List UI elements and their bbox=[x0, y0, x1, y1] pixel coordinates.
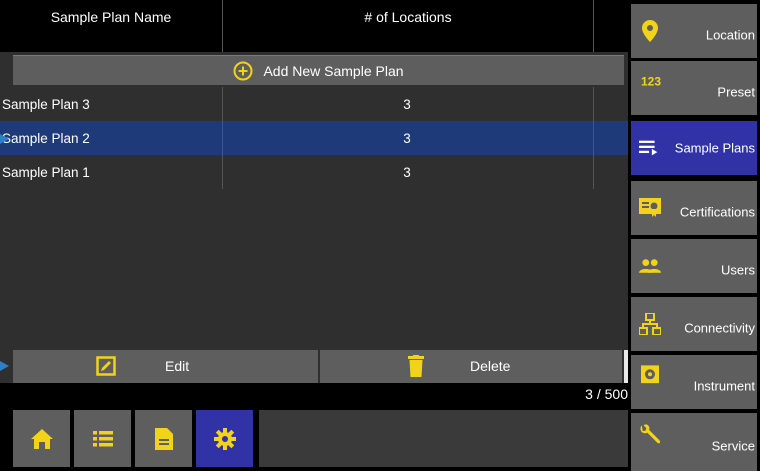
instrument-icon bbox=[639, 363, 661, 385]
menu-label: Preset bbox=[717, 84, 755, 100]
add-circle-icon bbox=[233, 61, 253, 80]
plan-name-cell: Sample Plan 2 bbox=[2, 130, 90, 146]
numbers-123-icon: 123 bbox=[640, 74, 662, 89]
edit-button[interactable]: Edit bbox=[13, 350, 318, 383]
certificate-icon bbox=[639, 197, 661, 219]
menu-label: Location bbox=[705, 27, 755, 43]
delete-button[interactable]: Delete bbox=[320, 350, 622, 383]
network-icon bbox=[639, 313, 661, 335]
plan-count-bar: 3 / 500 bbox=[0, 383, 628, 405]
document-icon bbox=[154, 427, 173, 450]
row-divider bbox=[593, 87, 594, 121]
menu-preset[interactable]: 123 Preset bbox=[631, 61, 757, 115]
menu-certifications[interactable]: Certifications bbox=[631, 181, 757, 235]
table-row[interactable]: Sample Plan 1 3 bbox=[0, 155, 628, 189]
home-button[interactable] bbox=[13, 410, 70, 467]
settings-button[interactable] bbox=[196, 410, 253, 467]
plan-name-cell: Sample Plan 3 bbox=[2, 96, 90, 112]
delete-label: Delete bbox=[470, 358, 511, 374]
edit-label: Edit bbox=[165, 358, 190, 374]
sample-plans-panel: Sample Plan Name # of Locations Add New … bbox=[0, 0, 628, 471]
menu-sample-plans[interactable]: Sample Plans bbox=[631, 121, 757, 175]
list-icon bbox=[92, 430, 113, 446]
header-divider bbox=[593, 0, 594, 52]
menu-label: Users bbox=[721, 262, 755, 278]
sample-plan-list: Sample Plan 3 3 Sample Plan 2 3 Sample P… bbox=[0, 87, 628, 189]
bottom-nav bbox=[0, 405, 628, 471]
row-divider bbox=[222, 121, 223, 155]
table-row[interactable]: Sample Plan 3 3 bbox=[0, 87, 628, 121]
trash-icon bbox=[408, 355, 424, 377]
row-divider bbox=[222, 87, 223, 121]
playlist-icon bbox=[639, 137, 661, 159]
location-pin-icon bbox=[639, 20, 661, 42]
add-sample-plan-label: Add New Sample Plan bbox=[263, 62, 404, 79]
pointer-arrow-icon bbox=[0, 361, 9, 371]
menu-users[interactable]: Users bbox=[631, 239, 757, 293]
menu-service[interactable]: Service bbox=[631, 413, 757, 471]
document-button[interactable] bbox=[135, 410, 192, 467]
menu-location[interactable]: Location bbox=[631, 4, 757, 58]
wrench-icon bbox=[639, 424, 661, 446]
menu-label: Sample Plans bbox=[674, 140, 755, 156]
home-icon bbox=[30, 428, 53, 449]
locations-cell: 3 bbox=[403, 130, 411, 146]
settings-side-menu: Location 123 Preset Sample Plans Certifi… bbox=[628, 0, 760, 471]
locations-cell: 3 bbox=[403, 164, 411, 180]
table-header: Sample Plan Name # of Locations bbox=[0, 0, 628, 52]
menu-instrument[interactable]: Instrument bbox=[631, 355, 757, 409]
list-button[interactable] bbox=[74, 410, 131, 467]
column-header-locations[interactable]: # of Locations bbox=[223, 0, 593, 52]
row-divider bbox=[593, 121, 594, 155]
row-divider bbox=[222, 155, 223, 189]
plan-count: 3 / 500 bbox=[585, 386, 628, 402]
selection-arrow-icon bbox=[0, 134, 9, 144]
table-row-selected[interactable]: Sample Plan 2 3 bbox=[0, 121, 628, 155]
gear-icon bbox=[213, 427, 236, 450]
plan-name-cell: Sample Plan 1 bbox=[2, 164, 90, 180]
nav-empty-area bbox=[259, 410, 628, 467]
users-icon bbox=[639, 255, 661, 277]
row-divider bbox=[593, 155, 594, 189]
edit-icon bbox=[96, 356, 116, 376]
locations-cell: 3 bbox=[403, 96, 411, 112]
menu-label: Instrument bbox=[693, 378, 755, 394]
menu-label: Service bbox=[711, 438, 755, 454]
menu-connectivity[interactable]: Connectivity bbox=[631, 297, 757, 351]
action-bar: Edit Delete bbox=[13, 350, 628, 383]
add-sample-plan-button[interactable]: Add New Sample Plan bbox=[13, 55, 624, 85]
menu-label: Certifications bbox=[679, 204, 755, 220]
menu-label: Connectivity bbox=[684, 320, 755, 336]
column-header-name[interactable]: Sample Plan Name bbox=[0, 0, 222, 52]
